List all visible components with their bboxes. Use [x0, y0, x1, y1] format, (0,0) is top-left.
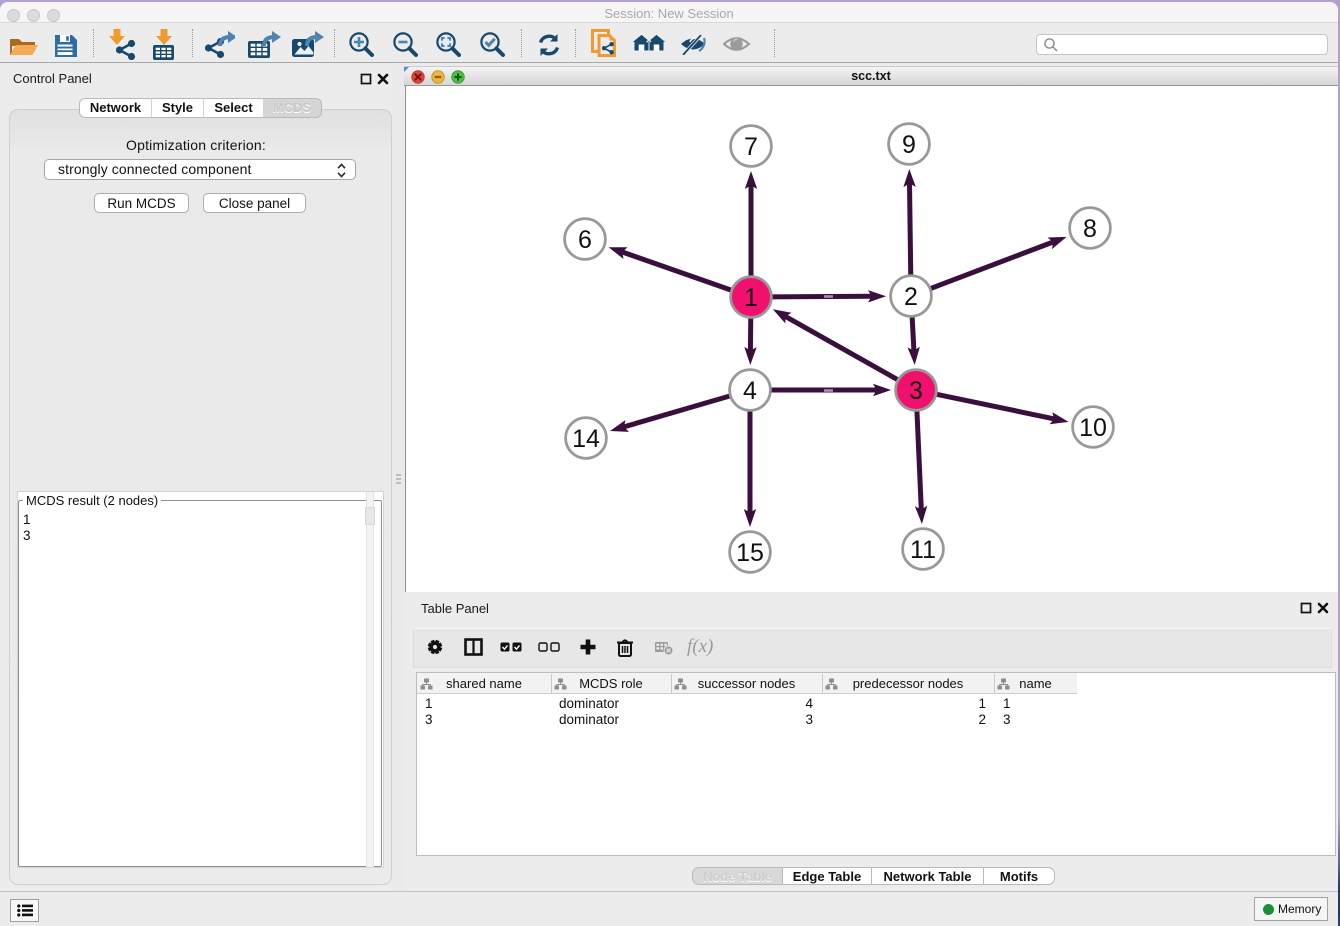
svg-text:6: 6 [578, 226, 592, 254]
svg-text:10: 10 [1079, 414, 1107, 442]
svg-text:1: 1 [744, 284, 758, 312]
svg-text:2: 2 [904, 283, 918, 311]
svg-text:15: 15 [736, 539, 764, 567]
svg-text:7: 7 [744, 133, 758, 161]
svg-text:11: 11 [910, 536, 936, 564]
svg-text:14: 14 [572, 425, 600, 453]
svg-text:8: 8 [1083, 215, 1097, 243]
svg-text:3: 3 [909, 377, 923, 405]
svg-text:4: 4 [743, 377, 757, 405]
svg-text:9: 9 [902, 131, 916, 159]
